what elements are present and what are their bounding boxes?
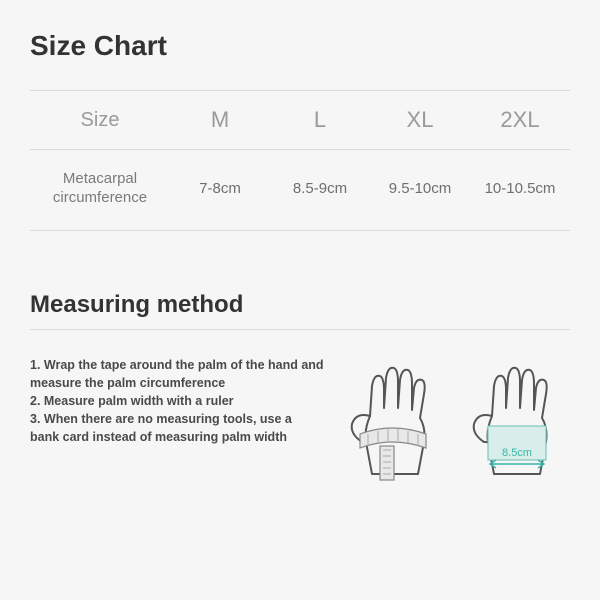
size-table: Size M L XL 2XL Metacarpal circumference… bbox=[30, 90, 570, 231]
table-header-row: Size M L XL 2XL bbox=[30, 91, 570, 150]
hand-illustrations: 8.5cm bbox=[342, 356, 570, 486]
row-label: Metacarpal circumference bbox=[30, 150, 170, 231]
divider bbox=[30, 329, 570, 330]
width-label: 8.5cm bbox=[502, 447, 532, 459]
table-value-row: Metacarpal circumference 7-8cm 8.5-9cm 9… bbox=[30, 150, 570, 231]
header-label: Size bbox=[30, 91, 170, 150]
size-chart-page: Size Chart Size M L XL 2XL Metacarpal ci… bbox=[0, 0, 600, 600]
hand-card-icon: 8.5cm bbox=[464, 356, 564, 486]
method-row: 1. Wrap the tape around the palm of the … bbox=[30, 356, 570, 486]
step-2: 2. Measure palm width with a ruler bbox=[30, 392, 324, 410]
hand-tape-icon bbox=[342, 356, 442, 486]
value-m: 7-8cm bbox=[170, 150, 270, 231]
value-xl: 9.5-10cm bbox=[370, 150, 470, 231]
method-title: Measuring method bbox=[30, 291, 570, 319]
step-3: 3. When there are no measuring tools, us… bbox=[30, 410, 324, 446]
value-l: 8.5-9cm bbox=[270, 150, 370, 231]
method-steps: 1. Wrap the tape around the palm of the … bbox=[30, 356, 324, 447]
size-col-l: L bbox=[270, 91, 370, 150]
step-1: 1. Wrap the tape around the palm of the … bbox=[30, 356, 324, 392]
value-2xl: 10-10.5cm bbox=[470, 150, 570, 231]
page-title: Size Chart bbox=[30, 30, 570, 62]
size-col-2xl: 2XL bbox=[470, 91, 570, 150]
size-col-xl: XL bbox=[370, 91, 470, 150]
size-col-m: M bbox=[170, 91, 270, 150]
